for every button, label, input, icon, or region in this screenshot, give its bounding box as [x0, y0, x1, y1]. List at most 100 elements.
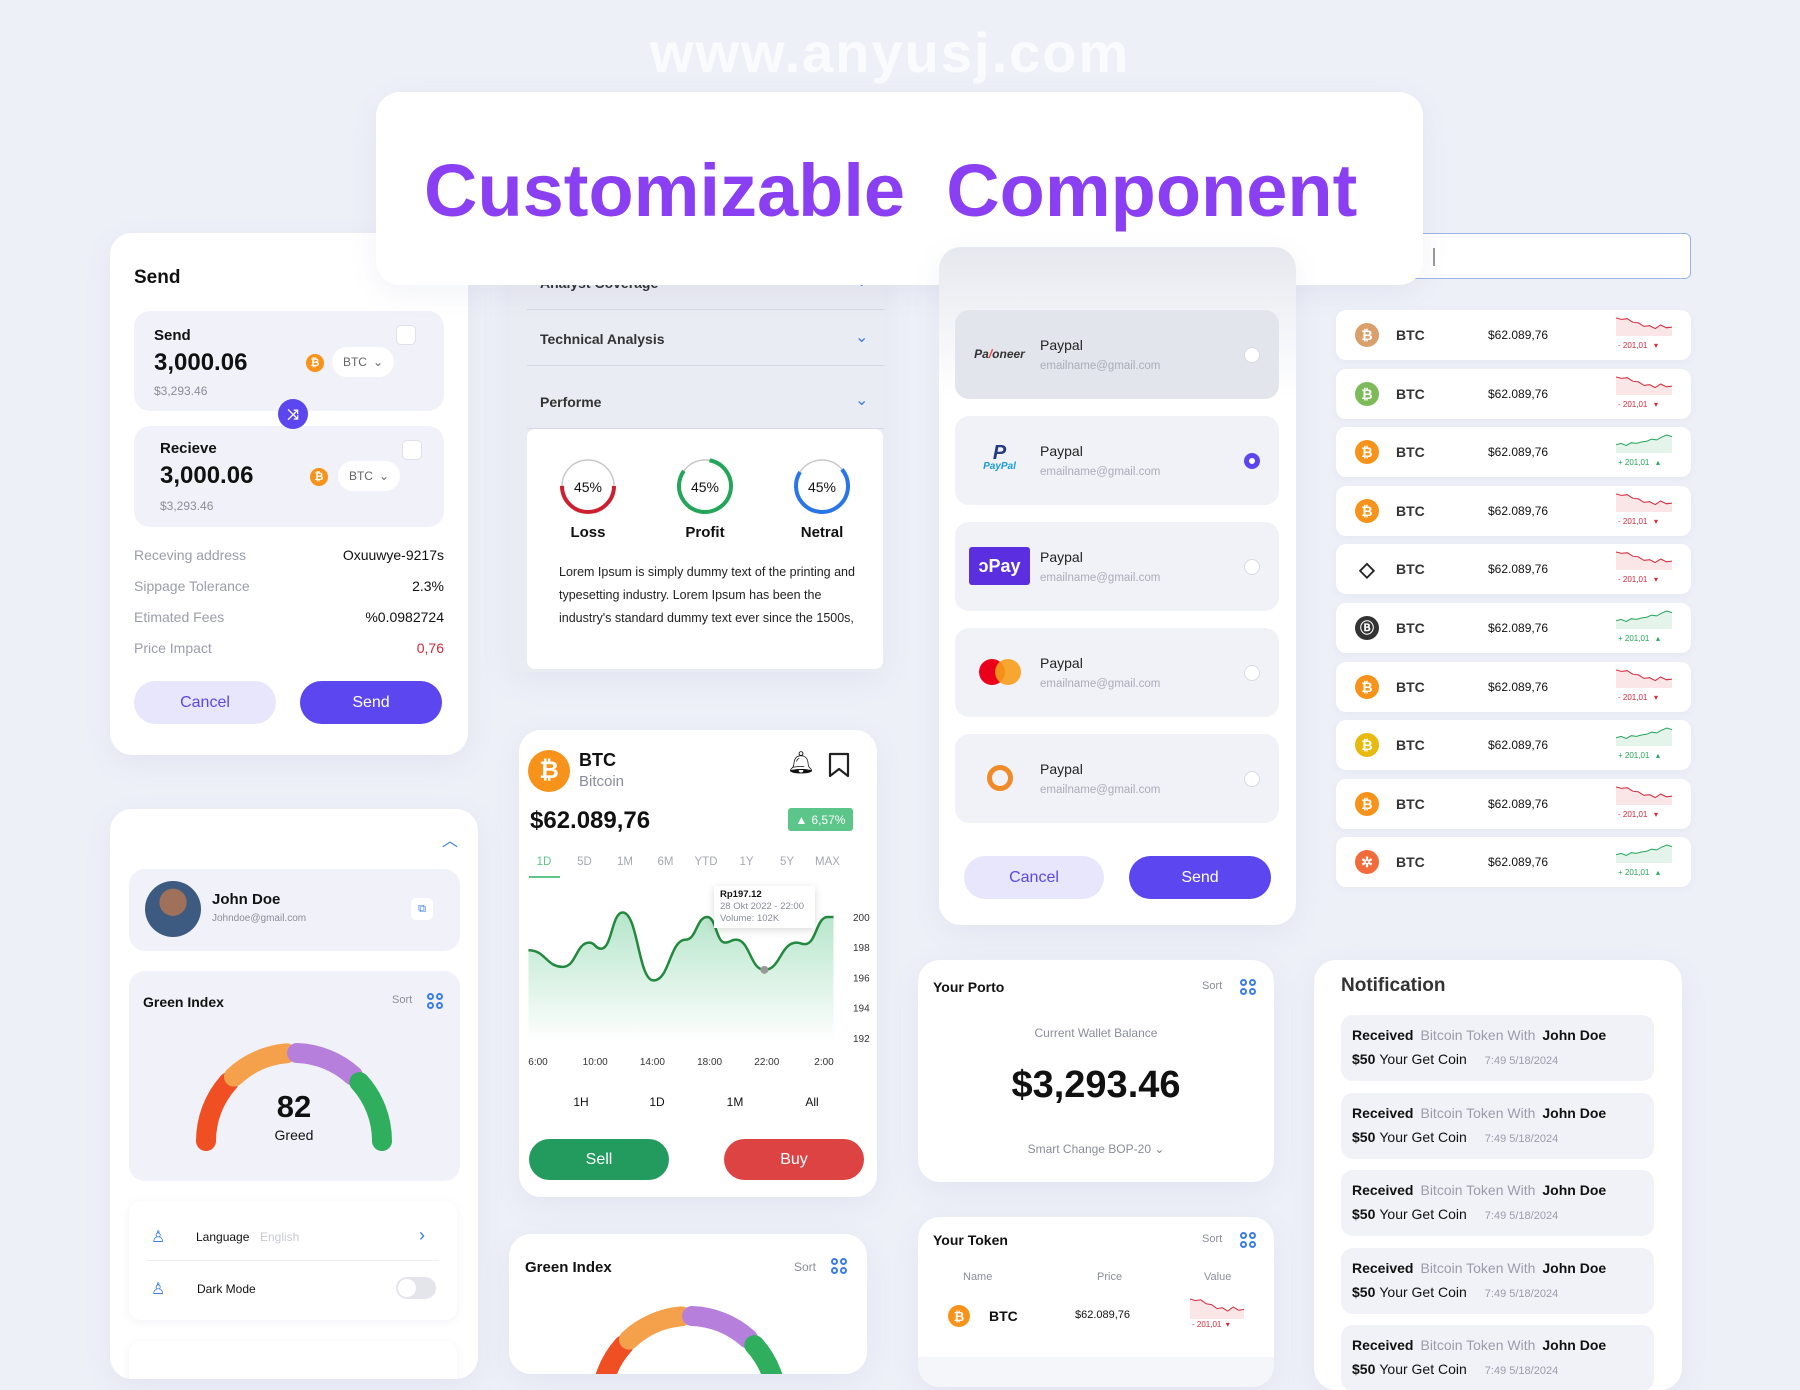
crypto-list-row[interactable]: ₿ BTC $62.089,76 - 201,01 ▾ [1336, 778, 1691, 829]
sell-button[interactable]: Sell [529, 1139, 669, 1180]
token-change: - 201,01 ▾ [1192, 1320, 1230, 1329]
payment-name: Paypal [1040, 549, 1083, 565]
gauge-segment [349, 1072, 392, 1151]
copy-icon[interactable]: ⧉ [411, 898, 433, 920]
chevron-down-icon: ⌄ [855, 392, 869, 409]
wallet-icon[interactable] [402, 440, 422, 460]
crypto-change: - 201,01 ▾ [1618, 809, 1659, 819]
send-amount[interactable]: 3,000.06 [154, 349, 247, 377]
cancel-button[interactable]: Cancel [964, 856, 1104, 899]
avatar[interactable] [145, 881, 201, 937]
x-tick-label: 14:00 [640, 1057, 665, 1068]
detail-label: Receving address [134, 547, 247, 563]
detail-value: %0.0982724 [365, 609, 444, 625]
period-tab[interactable]: 1M [720, 1095, 750, 1109]
chevron-up-icon[interactable]: ︿ [442, 827, 458, 851]
notification-time: 7:49 5/18/2024 [1484, 1132, 1559, 1145]
y-tick-label: 198 [853, 943, 870, 954]
arrow-down-icon: ▾ [1647, 341, 1659, 350]
sort-label[interactable]: Sort [1202, 980, 1222, 992]
search-input[interactable] [1380, 233, 1691, 279]
detail-label: Sippage Tolerance [134, 578, 250, 594]
notification-time: 7:49 5/18/2024 [1484, 1055, 1559, 1067]
detail-value: 0,76 [416, 640, 444, 656]
network-select[interactable]: Smart Change BOP-20 ⌄ [918, 1142, 1274, 1156]
crypto-change: + 201,01 ▴ [1618, 458, 1661, 468]
buy-button[interactable]: Buy [724, 1139, 864, 1180]
change-value: 201,01 [1196, 1320, 1222, 1329]
dark-mode-toggle[interactable] [396, 1277, 436, 1299]
send-button[interactable]: Send [1129, 856, 1271, 899]
sort-label[interactable]: Sort [1202, 1233, 1222, 1245]
period-tab[interactable]: All [797, 1095, 827, 1109]
payment-name: Paypal [1040, 655, 1083, 671]
chevron-down-icon: ⌄ [1154, 1142, 1165, 1156]
notification-item[interactable]: Received Bitcoin Token With John Doe $50 You… [1341, 1247, 1654, 1314]
notification-item[interactable]: Received Bitcoin Token With John Doe $50 You… [1341, 1325, 1654, 1390]
notification-item[interactable]: Received Bitcoin Token With John Doe $50 You… [1341, 1015, 1654, 1081]
crypto-symbol: BTC [1396, 502, 1425, 519]
payment-method-option[interactable]: ↄPay Paypal emailname@gmail.com [955, 522, 1279, 611]
chart-highlight-point[interactable] [760, 965, 769, 974]
payment-method-option[interactable]: P PayPal Paypal emailname@gmail.com [955, 416, 1279, 505]
notification-action: Received [1352, 1259, 1414, 1276]
chevron-right-icon[interactable]: › [419, 1225, 425, 1246]
notification-item[interactable]: Received Bitcoin Token With John Doe $50 You… [1341, 1170, 1654, 1236]
payment-radio[interactable] [1244, 771, 1260, 787]
crypto-list-row[interactable]: ✲ BTC $62.089,76 + 201,01 ▴ [1336, 837, 1691, 888]
payment-email: emailname@gmail.com [1040, 466, 1161, 478]
crypto-list-row[interactable]: ₿ BTC $62.089,76 - 201,01 ▾ [1336, 368, 1691, 419]
crypto-change: - 201,01 ▾ [1618, 692, 1659, 702]
cancel-button[interactable]: Cancel [134, 681, 276, 724]
y-tick-label: 196 [853, 973, 870, 984]
crypto-list-row[interactable]: ₿ BTC $62.089,76 - 201,01 ▾ [1336, 485, 1691, 536]
x-tick-label: 18:00 [697, 1057, 722, 1068]
payment-method-option[interactable]: Paypal emailname@gmail.com [955, 628, 1279, 717]
send-button[interactable]: Send [300, 681, 442, 724]
crypto-list-row[interactable]: ₿ BTC $62.089,76 - 201,01 ▾ [1336, 661, 1691, 712]
wallet-icon[interactable] [396, 325, 416, 345]
crypto-list-row[interactable]: ₿ BTC $62.089,76 + 201,01 ▴ [1336, 427, 1691, 478]
payment-radio[interactable] [1244, 347, 1260, 363]
period-tab[interactable]: 1H [566, 1095, 596, 1109]
crypto-price: $62.089,76 [1488, 503, 1549, 518]
crypto-list-row[interactable]: ◇ BTC $62.089,76 - 201,01 ▾ [1336, 544, 1691, 595]
send-amount-box[interactable]: Send 3,000.06 $3,293.46 ₿ BTC ⌄ [134, 311, 444, 411]
crypto-change: - 201,01 ▾ [1618, 516, 1659, 526]
payment-radio[interactable] [1244, 559, 1260, 575]
notification-item[interactable]: Received Bitcoin Token With John Doe $50 You… [1341, 1092, 1654, 1159]
payment-radio[interactable] [1244, 453, 1260, 469]
crypto-price: $62.089,76 [1488, 386, 1549, 401]
notification-amount: $50 [1352, 1206, 1376, 1222]
arrow-up-icon: ▴ [1649, 634, 1661, 643]
gauge-segment [618, 1306, 692, 1350]
change-value: 201,01 [1622, 516, 1648, 526]
notification-time: 7:49 5/18/2024 [1484, 1287, 1559, 1300]
send-currency-select[interactable]: BTC ⌄ [332, 347, 394, 377]
payment-method-option[interactable]: Paypal emailname@gmail.com [955, 734, 1279, 823]
arrow-up-icon: ▴ [1649, 868, 1661, 878]
payment-radio[interactable] [1244, 665, 1260, 681]
crypto-symbol: BTC [1396, 678, 1425, 695]
arrow-down-icon: ▾ [1647, 399, 1659, 409]
receive-amount-box[interactable]: Recieve 3,000.06 $3,293.46 ₿ BTC ⌄ [134, 426, 444, 527]
crypto-list-row[interactable]: ₿ BTC $62.089,76 - 201,01 ▾ [1336, 310, 1691, 360]
send-card-title: Send [134, 267, 181, 288]
network-label: Smart Change BOP-20 [1027, 1142, 1151, 1156]
next-box [129, 1341, 457, 1379]
grid-icon[interactable] [1240, 1232, 1256, 1248]
price-chart[interactable]: 200 198 196 194 192 6:00 10:00 14:00 18:00 22:00 2… [519, 730, 877, 1080]
crypto-list-row[interactable]: Ⓑ BTC $62.089,76 + 201,01 ▴ [1336, 603, 1691, 653]
change-value: 201,01 [1624, 868, 1650, 878]
payment-method-option[interactable]: Pa/oneer Paypal emailname@gmail.com [955, 310, 1279, 399]
crypto-list-row[interactable]: ₿ BTC $62.089,76 + 201,01 ▴ [1336, 720, 1691, 771]
receive-currency-select[interactable]: BTC ⌄ [338, 461, 400, 491]
ring-label: Profit [685, 524, 725, 541]
receive-amount[interactable]: 3,000.06 [160, 462, 253, 490]
period-tab[interactable]: 1D [642, 1095, 672, 1109]
crypto-change: + 201,01 ▴ [1618, 751, 1661, 761]
swap-button[interactable]: ⤨ [278, 399, 308, 429]
grid-icon[interactable] [1240, 979, 1256, 995]
y-tick-label: 194 [853, 1004, 870, 1015]
arrow-up-icon: ▴ [1649, 751, 1661, 761]
